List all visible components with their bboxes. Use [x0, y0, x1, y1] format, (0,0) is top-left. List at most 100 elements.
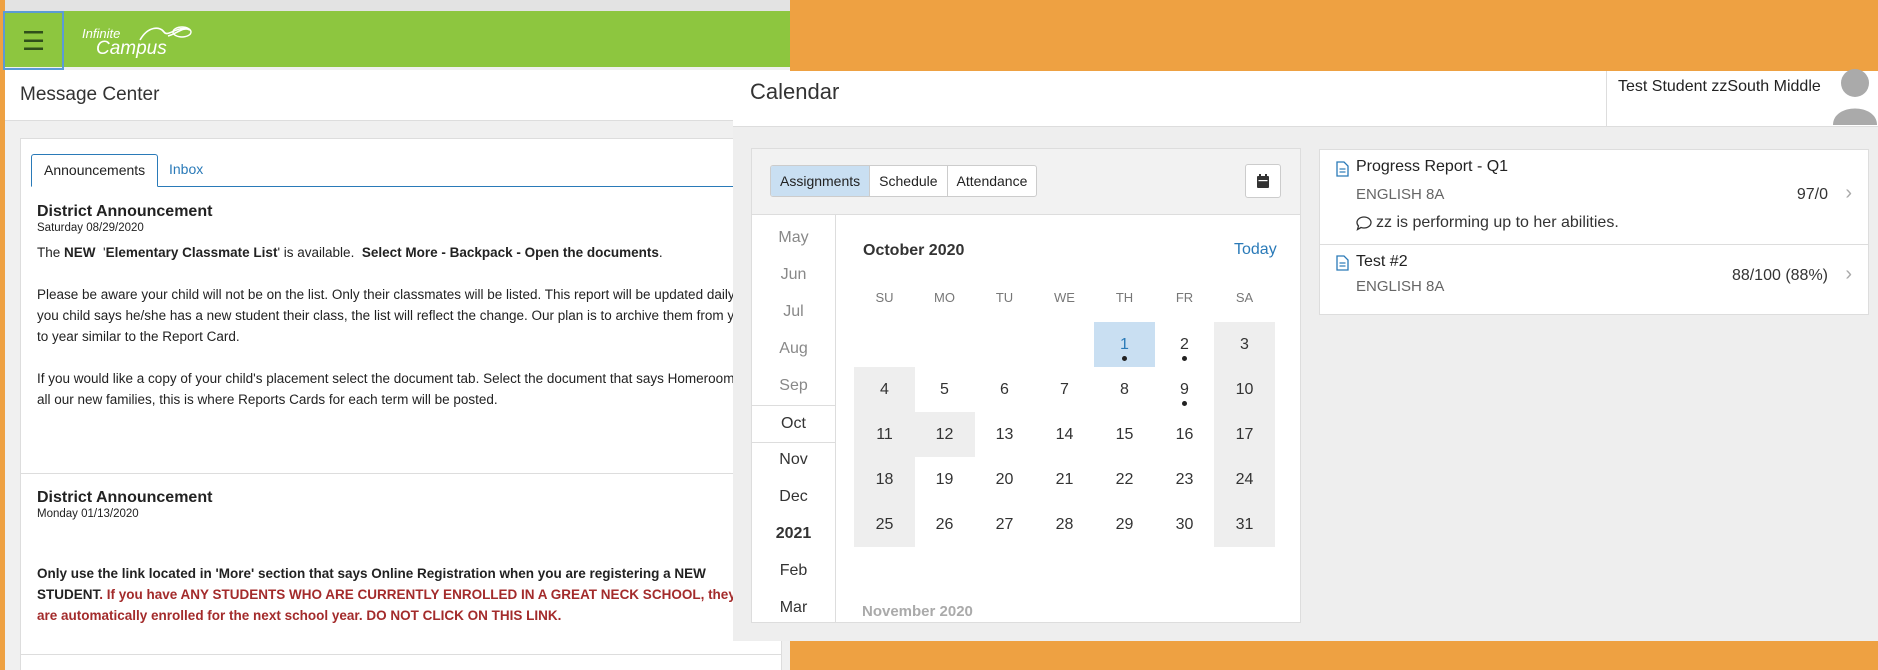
- calendar-day[interactable]: 13: [974, 412, 1035, 457]
- tab-inbox[interactable]: Inbox: [157, 154, 215, 184]
- assignment-list: Progress Report - Q1 ENGLISH 8A 97/0 › z…: [1319, 149, 1869, 315]
- month-label: October 2020: [863, 242, 965, 259]
- month-item[interactable]: Sep: [752, 368, 835, 404]
- attendance-button[interactable]: Attendance: [948, 166, 1037, 196]
- weekday-label: TU: [995, 290, 1014, 305]
- day-number: 31: [1235, 516, 1254, 533]
- announcement-title: District Announcement: [37, 489, 213, 506]
- calendar-day[interactable]: 2: [1154, 322, 1215, 367]
- month-item[interactable]: Feb: [752, 553, 835, 589]
- calendar-day[interactable]: 5: [914, 367, 975, 412]
- calendar-day[interactable]: 14: [1034, 412, 1095, 457]
- calendar-day[interactable]: 31: [1214, 502, 1275, 547]
- assignment-score: 97/0: [1796, 186, 1828, 203]
- assignment-item[interactable]: Progress Report - Q1 ENGLISH 8A 97/0 › z…: [1320, 150, 1868, 245]
- day-number: 20: [995, 471, 1014, 488]
- calendar-day[interactable]: 24: [1214, 457, 1275, 502]
- calendar-day[interactable]: 23: [1154, 457, 1215, 502]
- weekday-label: FR: [1175, 290, 1194, 305]
- day-number: 5: [940, 381, 949, 398]
- calendar-day[interactable]: 28: [1034, 502, 1095, 547]
- tab-announcements[interactable]: Announcements: [31, 154, 159, 187]
- browser-tab-strip: [0, 0, 790, 11]
- month-item[interactable]: Oct: [752, 405, 835, 443]
- calendar-day[interactable]: 11: [854, 412, 915, 457]
- day-number: 12: [935, 426, 954, 443]
- calendar-day[interactable]: 15: [1094, 412, 1155, 457]
- calendar-day[interactable]: 6: [974, 367, 1035, 412]
- announcement-paragraph: The NEW 'Elementary Classmate List' is a…: [37, 242, 757, 263]
- text-run: .: [658, 245, 663, 260]
- schedule-button[interactable]: Schedule: [870, 166, 948, 196]
- calendar-day[interactable]: 30: [1154, 502, 1215, 547]
- calendar-day[interactable]: 27: [974, 502, 1035, 547]
- month-item[interactable]: Mar: [752, 590, 835, 622]
- weekday-label: TH: [1115, 290, 1134, 305]
- divider: [21, 473, 781, 474]
- calendar-day[interactable]: 7: [1034, 367, 1095, 412]
- calendar-day[interactable]: 22: [1094, 457, 1155, 502]
- month-item[interactable]: Jul: [752, 294, 835, 330]
- today-link[interactable]: Today: [1234, 241, 1277, 259]
- chevron-right-icon: ›: [1845, 263, 1852, 285]
- announcements-panel: Announcements Inbox District Announcemen…: [20, 138, 790, 670]
- assignment-score: 88/100 (88%): [1731, 267, 1828, 284]
- month-item[interactable]: Dec: [752, 479, 835, 515]
- day-number: 16: [1175, 426, 1194, 443]
- calendar-day[interactable]: 26: [914, 502, 975, 547]
- document-icon: [1336, 161, 1349, 177]
- day-number: 30: [1175, 516, 1194, 533]
- calendar-day[interactable]: 18: [854, 457, 915, 502]
- text-run-bold: Elementary Classmate List: [105, 245, 278, 260]
- calendar-day[interactable]: 12: [914, 412, 975, 457]
- text-run-bold: Select More - Backpack - Open the docume…: [361, 245, 659, 260]
- message-center-window: ☰ Infinite Campus Message Center Announc…: [0, 0, 790, 670]
- day-number: 9: [1180, 381, 1189, 398]
- weekday-label: SU: [875, 290, 894, 305]
- calendar-picker-button[interactable]: [1245, 164, 1281, 198]
- announcement-paragraph: Please be aware your child will not be o…: [37, 287, 754, 344]
- assignments-button[interactable]: Assignments: [771, 166, 871, 196]
- calendar-day[interactable]: 20: [974, 457, 1035, 502]
- calendar-day[interactable]: 1: [1094, 322, 1155, 367]
- calendar-card: Assignments Schedule Attendance May Jun Ju…: [751, 148, 1301, 623]
- assignment-item[interactable]: Test #2 ENGLISH 8A 88/100 (88%) ›: [1320, 245, 1868, 313]
- calendar-day[interactable]: 10: [1214, 367, 1275, 412]
- assignment-comment: zz is performing up to her abilities.: [1376, 214, 1619, 231]
- calendar-day[interactable]: 8: [1094, 367, 1155, 412]
- assignment-title: Test #2: [1356, 253, 1408, 270]
- calendar-day[interactable]: 19: [914, 457, 975, 502]
- month-item[interactable]: Aug: [752, 331, 835, 367]
- page-title: Message Center: [20, 84, 160, 105]
- day-number: 6: [1000, 381, 1009, 398]
- text-run: ' is available.: [277, 245, 362, 260]
- day-number: 4: [880, 381, 889, 398]
- menu-button[interactable]: ☰: [3, 11, 64, 70]
- calendar-day[interactable]: 3: [1214, 322, 1275, 367]
- user-menu[interactable]: Test Student zzSouth Middle: [1606, 69, 1878, 126]
- calendar-day[interactable]: 21: [1034, 457, 1095, 502]
- day-number: 17: [1235, 426, 1254, 443]
- month-list: May Jun Jul Aug Sep Oct Nov Dec 2021 Feb Mar: [752, 215, 836, 622]
- calendar-day[interactable]: 16: [1154, 412, 1215, 457]
- event-dot: [1182, 356, 1187, 361]
- day-number: 26: [935, 516, 954, 533]
- calendar-day[interactable]: 17: [1214, 412, 1275, 457]
- calendar-day[interactable]: 4: [854, 367, 915, 412]
- month-item[interactable]: Nov: [752, 442, 835, 478]
- calendar-day[interactable]: 9: [1154, 367, 1215, 412]
- month-item[interactable]: 2021: [752, 516, 835, 552]
- comment-icon: [1356, 216, 1372, 231]
- month-item[interactable]: Jun: [752, 257, 835, 293]
- calendar-day[interactable]: 25: [854, 502, 915, 547]
- calendar-toolbar: Assignments Schedule Attendance: [752, 149, 1300, 215]
- text-run-red: . If you have ANY STUDENTS WHO ARE CURRE…: [37, 587, 736, 623]
- calendar-day[interactable]: 29: [1094, 502, 1155, 547]
- month-item[interactable]: May: [752, 220, 835, 256]
- day-number: 3: [1240, 336, 1249, 353]
- chevron-right-icon: ›: [1845, 182, 1852, 204]
- text-run-bold: NEW: [64, 245, 96, 260]
- day-number: 24: [1235, 471, 1254, 488]
- assignment-title: Progress Report - Q1: [1356, 158, 1509, 175]
- day-number: 13: [995, 426, 1014, 443]
